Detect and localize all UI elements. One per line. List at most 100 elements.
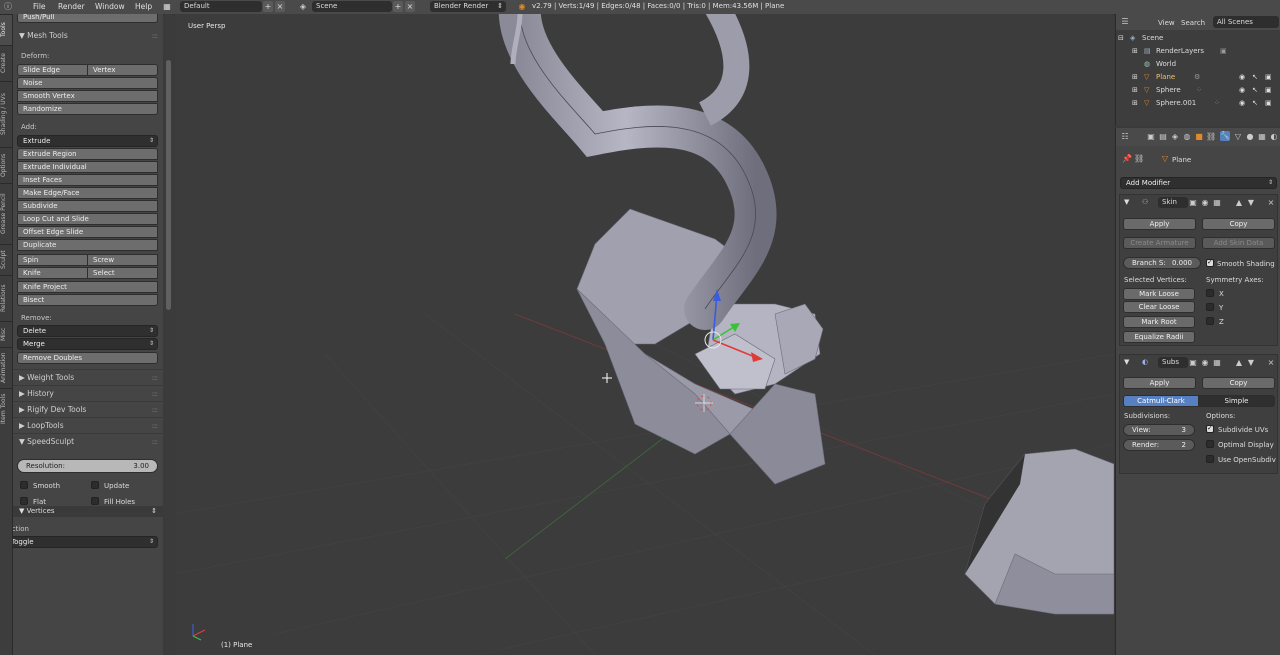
subdivide-uvs-checkbox[interactable]: ✓ [1206, 424, 1214, 433]
render-toggle-icon[interactable]: ▣ [1188, 198, 1198, 208]
screw-button[interactable]: Screw [87, 254, 158, 266]
extrude-dropdown[interactable]: Extrude ⇕ [17, 135, 158, 147]
object-tab-icon[interactable]: ■ [1194, 132, 1204, 142]
add-layout-button[interactable]: + [263, 1, 273, 12]
render-toggle-icon[interactable]: ▣ [1188, 358, 1198, 368]
layout-field[interactable]: Default [180, 1, 262, 12]
render-levels-field[interactable]: Render: 2 [1123, 439, 1195, 451]
viewport-toggle-icon[interactable]: ◉ [1200, 358, 1210, 368]
skin-apply-button[interactable]: Apply [1123, 218, 1196, 230]
mark-loose-button[interactable]: Mark Loose [1123, 288, 1195, 300]
physics-tab-icon[interactable]: ◐ [1269, 132, 1279, 142]
smooth-checkbox[interactable] [20, 481, 28, 489]
remove-layout-button[interactable]: × [275, 1, 285, 12]
drag-grip-icon[interactable]: :::: [152, 390, 159, 398]
close-icon[interactable]: × [1266, 198, 1276, 208]
expand-toggle-icon[interactable]: ⊞ [1132, 47, 1138, 55]
clear-loose-button[interactable]: Clear Loose [1123, 301, 1195, 313]
3d-viewport[interactable]: User Persp (1) Plane [175, 14, 1114, 655]
outliner-view-menu[interactable]: View [1158, 19, 1175, 27]
remove-doubles-button[interactable]: Remove Doubles [17, 352, 158, 364]
render-camera-icon[interactable]: ▣ [1265, 99, 1272, 107]
create-armature-button[interactable]: Create Armature [1123, 237, 1196, 249]
symmetry-y-checkbox[interactable] [1206, 303, 1214, 311]
merge-dropdown[interactable]: Merge ⇕ [17, 338, 158, 350]
close-icon[interactable]: × [1266, 358, 1276, 368]
knife-select-button[interactable]: Select [87, 267, 158, 279]
move-down-icon[interactable]: ▼ [1246, 358, 1256, 368]
smooth-vertex-button[interactable]: Smooth Vertex [17, 90, 158, 102]
drag-grip-icon[interactable]: :::: [152, 32, 159, 40]
tab-relations[interactable]: Relations [0, 275, 12, 321]
add-skin-data-button[interactable]: Add Skin Data [1202, 237, 1275, 249]
constraints-tab-icon[interactable]: ⛓ [1206, 132, 1216, 142]
expand-toggle-icon[interactable]: ⊟ [1118, 34, 1124, 42]
collapse-arrow-icon[interactable]: ▼ [1124, 198, 1129, 206]
symmetry-x-checkbox[interactable] [1206, 289, 1214, 297]
render-camera-icon[interactable]: ▣ [1265, 73, 1272, 81]
simple-button[interactable]: Simple [1198, 395, 1275, 407]
noise-button[interactable]: Noise [17, 77, 158, 89]
properties-editor-icon[interactable]: ☷ [1120, 132, 1130, 142]
tab-animation[interactable]: Animation [0, 347, 12, 388]
menu-window[interactable]: Window [95, 2, 125, 11]
resolution-field[interactable]: Resolution: 3.00 [17, 459, 158, 473]
visibility-eye-icon[interactable]: ◉ [1239, 86, 1245, 94]
tab-create[interactable]: Create [0, 45, 12, 81]
expand-toggle-icon[interactable]: ⊞ [1132, 86, 1138, 94]
looptools-header[interactable]: ▶ LoopTools [19, 421, 64, 430]
skin-name-field[interactable]: Skin [1158, 197, 1188, 208]
offset-edge-slide-button[interactable]: Offset Edge Slide [17, 226, 158, 238]
branch-smoothing-field[interactable]: Branch S: 0.000 [1123, 257, 1201, 269]
material-tab-icon[interactable]: ● [1245, 132, 1255, 142]
scene-tab-icon[interactable]: ◈ [1170, 132, 1180, 142]
subdivide-button[interactable]: Subdivide [17, 200, 158, 212]
smooth-shading-checkbox[interactable]: ✓ [1206, 258, 1214, 267]
extrude-region-button[interactable]: Extrude Region [17, 148, 158, 160]
outliner-editor-icon[interactable]: ☰ [1120, 17, 1130, 27]
menu-file[interactable]: File [33, 2, 46, 11]
tab-item-tools[interactable]: Item Tools [0, 388, 12, 429]
toggle-dropdown[interactable]: Toggle ⇕ [13, 536, 158, 548]
fill-holes-checkbox[interactable] [91, 497, 99, 505]
render-tab-icon[interactable]: ▣ [1146, 132, 1156, 142]
view-levels-field[interactable]: View: 3 [1123, 424, 1195, 436]
world-tab-icon[interactable]: ◍ [1182, 132, 1192, 142]
inset-faces-button[interactable]: Inset Faces [17, 174, 158, 186]
screen-layout-icon[interactable]: ▦ [162, 2, 172, 12]
menu-render[interactable]: Render [58, 2, 85, 11]
drag-grip-icon[interactable]: :::: [152, 422, 159, 430]
drag-grip-icon[interactable]: :::: [152, 438, 159, 446]
subsurf-apply-button[interactable]: Apply [1123, 377, 1196, 389]
add-modifier-dropdown[interactable]: Add Modifier ⇕ [1120, 177, 1277, 189]
vertex-slide-button[interactable]: Vertex [87, 64, 158, 76]
modifiers-tab-icon[interactable]: 🔧 [1220, 131, 1230, 141]
tab-misc[interactable]: Misc [0, 321, 12, 347]
tab-shading-uvs[interactable]: Shading / UVs [0, 81, 12, 147]
weight-tools-header[interactable]: ▶ Weight Tools [19, 373, 74, 382]
history-header[interactable]: ▶ History [19, 389, 54, 398]
viewport-toggle-icon[interactable]: ◉ [1200, 198, 1210, 208]
flat-checkbox[interactable] [20, 497, 28, 505]
operator-panel-header[interactable]: ▼ Vertices ⇕ [13, 506, 163, 517]
bisect-button[interactable]: Bisect [17, 294, 158, 306]
knife-button[interactable]: Knife [17, 267, 88, 279]
data-tab-icon[interactable]: ▽ [1233, 132, 1243, 142]
tab-sculpt[interactable]: Sculpt [0, 244, 12, 275]
drag-grip-icon[interactable]: :::: [152, 406, 159, 414]
spin-button[interactable]: Spin [17, 254, 88, 266]
layers-tab-icon[interactable]: ▤ [1158, 132, 1168, 142]
drag-grip-icon[interactable]: :::: [152, 374, 159, 382]
display-mode-dropdown[interactable]: All Scenes [1213, 16, 1279, 28]
outliner-row-scene[interactable]: ⊟ ◈ Scene [1116, 34, 1280, 47]
delete-dropdown[interactable]: Delete ⇕ [17, 325, 158, 337]
loop-cut-button[interactable]: Loop Cut and Slide [17, 213, 158, 225]
skin-copy-button[interactable]: Copy [1202, 218, 1275, 230]
remove-scene-button[interactable]: × [405, 1, 415, 12]
move-down-icon[interactable]: ▼ [1246, 198, 1256, 208]
use-opensubdiv-checkbox[interactable] [1206, 455, 1214, 463]
move-up-icon[interactable]: ▲ [1234, 358, 1244, 368]
outliner-row-sphere-001[interactable]: ⊞ ▽ Sphere.001 ⁘ ◉ ↖ ▣ [1116, 99, 1280, 112]
collapse-arrow-icon[interactable]: ▼ [1124, 358, 1129, 366]
visibility-eye-icon[interactable]: ◉ [1239, 73, 1245, 81]
